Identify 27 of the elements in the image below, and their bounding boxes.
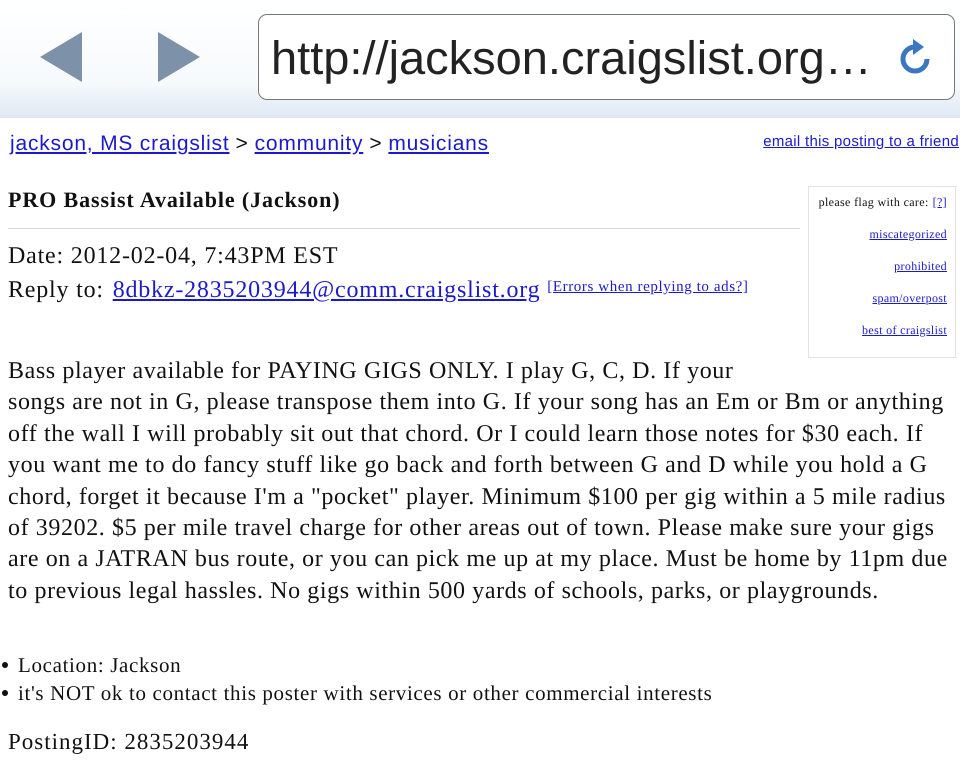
email-friend-link[interactable]: email this posting to a friend [763,133,960,150]
posting-body: Bass player available for PAYING GIGS ONLY. I play G, C, D. If your songs are not in G, please transpose them into G. If your song has an Em or Bm or anything off the wall I will probably sit out that chord. Or I could learn those notes for $30 each. If you want me to do fancy stuff like go back and forth between G and D while you hold a G chord, forget it because I'm a "pocket" player. Minimum $100 per gig within a 5 mile radius of 39202. $5 per mile travel charge for other areas out of town. Please make sure your gigs are on a JATRAN bus route, or you can pick me up at my place. Must be home by 11pm due to previous legal hassles. No gigs within 500 yards of schools, parks, or playgrounds. [8,357,949,606]
url-field[interactable]: http://jackson.craigslist.org… [258,14,955,100]
breadcrumb-separator: > [236,132,249,156]
url-text: http://jackson.craigslist.org… [271,30,872,84]
reply-help-link[interactable]: [Errors when replying to ads?] [547,279,749,295]
posting-id: PostingID: 2835203944 [8,729,250,756]
reply-label: Reply to: [8,277,104,303]
back-icon[interactable] [40,32,82,82]
bullet-icon [2,690,8,696]
flag-label: please flag with care: [818,195,929,210]
flag-help-link[interactable]: [?] [932,195,947,210]
breadcrumb-link[interactable]: jackson, MS craigslist [10,132,230,156]
flag-link[interactable]: miscategorized [869,227,947,242]
breadcrumb-link[interactable]: community [254,132,364,156]
flag-link[interactable]: best of craigslist [862,323,947,338]
breadcrumb-link[interactable]: musicians [388,132,489,156]
bullet-icon [2,662,8,668]
flag-link[interactable]: spam/overpost [872,291,947,306]
posting-date: Date: 2012-02-04, 7:43PM EST [8,242,338,271]
posting-title: PRO Bassist Available (Jackson) [8,186,340,214]
detail-text: it's NOT ok to contact this poster with services or other commercial interests [18,680,712,708]
flag-link[interactable]: prohibited [894,259,947,274]
detail-text: Location: Jackson [18,652,182,680]
reply-email-link[interactable]: 8dbkz-2835203944@comm.craigslist.org [112,277,540,303]
breadcrumb-separator: > [369,132,382,156]
forward-icon[interactable] [158,32,200,82]
